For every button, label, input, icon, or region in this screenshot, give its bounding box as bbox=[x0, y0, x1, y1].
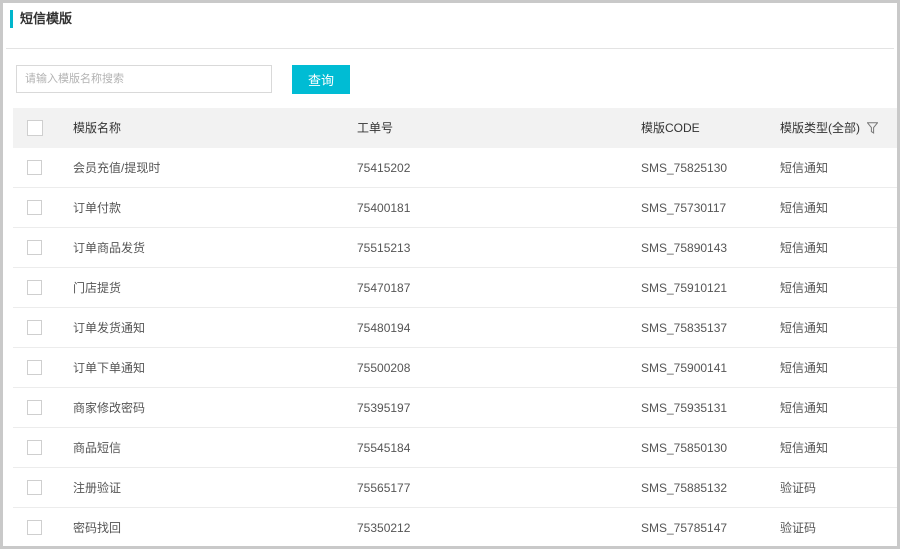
table-header-row: 模版名称 工单号 模版CODE 模版类型(全部) bbox=[13, 108, 897, 148]
table-row: 注册验证 75565177 SMS_75885132 验证码 bbox=[13, 468, 897, 508]
cell-template-code: SMS_75825130 bbox=[641, 161, 728, 175]
cell-template-code: SMS_75835137 bbox=[641, 321, 728, 335]
cell-order-no: 75565177 bbox=[357, 481, 411, 495]
header-code: 模版CODE bbox=[641, 121, 700, 135]
cell-template-name: 注册验证 bbox=[73, 481, 122, 495]
row-checkbox[interactable] bbox=[27, 160, 42, 175]
select-all-checkbox[interactable] bbox=[27, 120, 43, 136]
cell-template-type: 短信通知 bbox=[780, 201, 829, 215]
cell-template-type: 短信通知 bbox=[780, 361, 829, 375]
search-button[interactable]: 查询 bbox=[292, 65, 350, 94]
cell-template-type: 短信通知 bbox=[780, 441, 829, 455]
row-checkbox[interactable] bbox=[27, 440, 42, 455]
filter-icon[interactable] bbox=[867, 122, 879, 134]
table-row: 订单下单通知 75500208 SMS_75900141 短信通知 bbox=[13, 348, 897, 388]
table-row: 密码找回 75350212 SMS_75785147 验证码 bbox=[13, 508, 897, 546]
cell-template-code: SMS_75850130 bbox=[641, 441, 728, 455]
cell-template-code: SMS_75935131 bbox=[641, 401, 728, 415]
cell-template-code: SMS_75910121 bbox=[641, 281, 728, 295]
row-checkbox[interactable] bbox=[27, 400, 42, 415]
header-divider bbox=[6, 48, 894, 49]
search-input[interactable] bbox=[16, 65, 272, 93]
cell-template-name: 门店提货 bbox=[73, 281, 122, 295]
table-body: 会员充值/提现时 75415202 SMS_75825130 短信通知 订单付款 7540… bbox=[13, 148, 897, 546]
cell-template-code: SMS_75890143 bbox=[641, 241, 728, 255]
cell-template-type: 短信通知 bbox=[780, 241, 829, 255]
table-row: 订单商品发货 75515213 SMS_75890143 短信通知 bbox=[13, 228, 897, 268]
row-checkbox[interactable] bbox=[27, 480, 42, 495]
row-checkbox[interactable] bbox=[27, 200, 42, 215]
table-row: 订单发货通知 75480194 SMS_75835137 短信通知 bbox=[13, 308, 897, 348]
cell-template-name: 订单付款 bbox=[73, 201, 122, 215]
cell-order-no: 75415202 bbox=[357, 161, 411, 175]
cell-order-no: 75500208 bbox=[357, 361, 411, 375]
cell-template-code: SMS_75885132 bbox=[641, 481, 728, 495]
header-name: 模版名称 bbox=[73, 121, 122, 135]
row-checkbox[interactable] bbox=[27, 280, 42, 295]
cell-order-no: 75515213 bbox=[357, 241, 411, 255]
cell-order-no: 75350212 bbox=[357, 521, 411, 535]
cell-order-no: 75545184 bbox=[357, 441, 411, 455]
cell-template-name: 订单商品发货 bbox=[73, 241, 146, 255]
header-type-filter[interactable]: 模版类型(全部) bbox=[780, 108, 879, 148]
template-table: 模版名称 工单号 模版CODE 模版类型(全部) 会员充值/提现时 7541520… bbox=[13, 108, 897, 546]
cell-template-name: 订单发货通知 bbox=[73, 321, 146, 335]
cell-order-no: 75470187 bbox=[357, 281, 411, 295]
cell-order-no: 75480194 bbox=[357, 321, 411, 335]
cell-order-no: 75395197 bbox=[357, 401, 411, 415]
header-type-label: 模版类型(全部) bbox=[780, 121, 860, 135]
cell-template-name: 密码找回 bbox=[73, 521, 122, 535]
table-row: 会员充值/提现时 75415202 SMS_75825130 短信通知 bbox=[13, 148, 897, 188]
row-checkbox[interactable] bbox=[27, 240, 42, 255]
cell-template-name: 商家修改密码 bbox=[73, 401, 146, 415]
table-row: 商品短信 75545184 SMS_75850130 短信通知 bbox=[13, 428, 897, 468]
cell-template-type: 验证码 bbox=[780, 481, 817, 495]
cell-order-no: 75400181 bbox=[357, 201, 411, 215]
table-row: 订单付款 75400181 SMS_75730117 短信通知 bbox=[13, 188, 897, 228]
cell-template-type: 短信通知 bbox=[780, 281, 829, 295]
page-title: 短信模版 bbox=[10, 10, 72, 28]
cell-template-code: SMS_75730117 bbox=[641, 201, 727, 215]
cell-template-name: 商品短信 bbox=[73, 441, 122, 455]
row-checkbox[interactable] bbox=[27, 320, 42, 335]
cell-template-type: 短信通知 bbox=[780, 161, 829, 175]
cell-template-name: 订单下单通知 bbox=[73, 361, 146, 375]
cell-template-type: 验证码 bbox=[780, 521, 817, 535]
cell-template-type: 短信通知 bbox=[780, 401, 829, 415]
row-checkbox[interactable] bbox=[27, 520, 42, 535]
cell-template-type: 短信通知 bbox=[780, 321, 829, 335]
table-row: 门店提货 75470187 SMS_75910121 短信通知 bbox=[13, 268, 897, 308]
cell-template-name: 会员充值/提现时 bbox=[73, 161, 161, 175]
cell-template-code: SMS_75785147 bbox=[641, 521, 728, 535]
header-order-no: 工单号 bbox=[357, 121, 394, 135]
app-window: 短信模版 查询 模版名称 工单号 模版CODE 模版类型(全部) 会员充值/提现… bbox=[0, 0, 900, 549]
row-checkbox[interactable] bbox=[27, 360, 42, 375]
table-row: 商家修改密码 75395197 SMS_75935131 短信通知 bbox=[13, 388, 897, 428]
cell-template-code: SMS_75900141 bbox=[641, 361, 728, 375]
